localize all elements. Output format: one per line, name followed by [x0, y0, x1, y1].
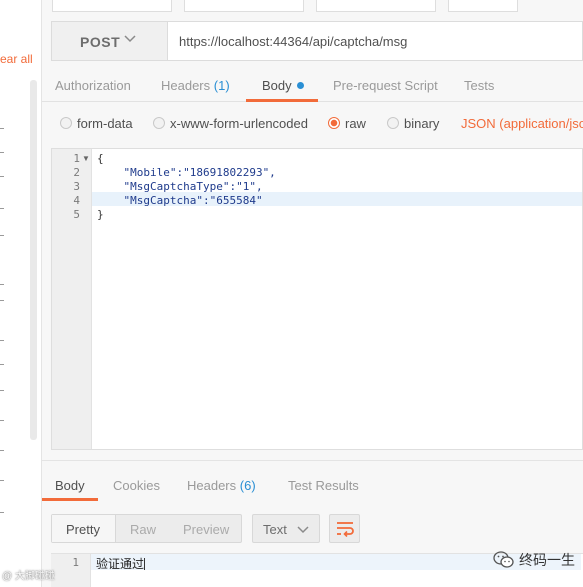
sidebar-item-marker[interactable]: [0, 512, 4, 513]
code-line: "MsgCaptcha":"655584": [97, 194, 263, 207]
clear-all-link[interactable]: ear all: [0, 52, 33, 66]
sidebar-item-marker[interactable]: [0, 420, 4, 421]
chevron-down-icon: [124, 35, 136, 43]
sidebar-item-marker[interactable]: [0, 208, 4, 209]
code-line: "Mobile":"18691802293",: [97, 166, 276, 179]
sidebar-item-marker[interactable]: [0, 450, 4, 451]
watermark-left: @ 大脚碰碰: [2, 571, 55, 582]
editor-gutter: 1 ▼ 2 3 4 5: [52, 149, 92, 449]
radio-form-data-label: form-data: [77, 116, 133, 131]
watermark-text: 终码一生: [519, 552, 575, 568]
radio-button: [153, 117, 165, 129]
format-select[interactable]: Text: [252, 514, 320, 543]
response-tab-headers-label: Headers: [187, 478, 237, 493]
tab-headers-label: Headers: [161, 78, 211, 93]
active-tab-indicator: [246, 99, 318, 102]
response-view-toggle: Pretty Raw Preview: [51, 514, 242, 543]
code-line: }: [97, 208, 104, 221]
sidebar-item-marker[interactable]: [0, 480, 4, 481]
url-input[interactable]: https://localhost:44364/api/captcha/msg: [179, 34, 407, 49]
radio-form-data[interactable]: form-data: [60, 116, 133, 131]
request-bar: POST https://localhost:44364/api/captcha…: [51, 21, 583, 61]
content-type-select[interactable]: JSON (application/json): [461, 116, 583, 131]
radio-raw-label: raw: [345, 116, 366, 131]
format-select-label: Text: [263, 522, 287, 537]
sidebar-item-marker[interactable]: [0, 340, 4, 341]
wechat-icon: [493, 551, 514, 568]
request-panel: POST https://localhost:44364/api/captcha…: [42, 0, 583, 587]
wrap-lines-icon: [337, 522, 354, 537]
raw-button[interactable]: Raw: [130, 522, 156, 537]
watermark: 终码一生: [493, 550, 575, 570]
request-tab-stub[interactable]: [448, 0, 518, 12]
radio-button: [387, 117, 399, 129]
line-number: 3: [73, 180, 80, 193]
tab-tests[interactable]: Tests: [464, 78, 494, 93]
request-tab-stub[interactable]: [52, 0, 172, 12]
response-text: 验证通过: [96, 555, 146, 572]
tab-body-label: Body: [262, 78, 292, 93]
line-number: 1: [72, 556, 79, 569]
wrap-lines-button[interactable]: [329, 514, 360, 543]
request-tab-stub[interactable]: [316, 0, 436, 12]
headers-count-badge: (1): [213, 78, 230, 93]
response-active-tab-indicator: [42, 498, 98, 501]
response-tab-test-results[interactable]: Test Results: [288, 478, 359, 493]
tab-authorization[interactable]: Authorization: [55, 78, 131, 93]
tab-headers[interactable]: Headers (1): [161, 78, 230, 93]
line-number: 4: [73, 194, 80, 207]
radio-urlencoded[interactable]: x-www-form-urlencoded: [153, 116, 308, 131]
response-gutter: 1: [51, 554, 91, 587]
request-tabs: Authorization Headers (1) Body Pre-reque…: [42, 68, 583, 102]
radio-button-selected: [328, 117, 340, 129]
sidebar-item-marker[interactable]: [0, 284, 4, 285]
body-type-options: form-data x-www-form-urlencoded raw bina…: [42, 108, 583, 140]
tab-prerequest-script[interactable]: Pre-request Script: [333, 78, 438, 93]
line-number: 2: [73, 166, 80, 179]
line-number: 1: [73, 152, 80, 165]
response-tab-headers[interactable]: Headers (6): [187, 478, 256, 493]
request-tab-stub[interactable]: [184, 0, 304, 12]
sidebar-item-marker[interactable]: [0, 176, 4, 177]
chevron-down-icon: [297, 526, 309, 534]
radio-urlencoded-label: x-www-form-urlencoded: [170, 116, 308, 131]
code-line: {: [97, 152, 104, 165]
response-tab-body[interactable]: Body: [55, 478, 85, 493]
method-select[interactable]: POST: [52, 22, 168, 60]
preview-button[interactable]: Preview: [183, 522, 229, 537]
sidebar-item-marker[interactable]: [0, 300, 4, 301]
sidebar-scrollbar[interactable]: [30, 80, 37, 440]
response-tabs: Body Cookies Headers (6) Test Results: [42, 470, 583, 502]
pretty-button[interactable]: Pretty: [66, 522, 100, 537]
response-tab-cookies[interactable]: Cookies: [113, 478, 160, 493]
tab-body[interactable]: Body: [262, 78, 304, 93]
response-text-value: 验证通过: [96, 557, 145, 571]
text-cursor: [144, 558, 146, 570]
radio-raw[interactable]: raw: [328, 116, 366, 131]
body-modified-dot: [296, 82, 304, 89]
radio-binary-label: binary: [404, 116, 440, 131]
sidebar-item-marker[interactable]: [0, 235, 4, 236]
fold-arrow-icon[interactable]: ▼: [82, 154, 90, 163]
sidebar-item-marker[interactable]: [0, 390, 4, 391]
radio-button: [60, 117, 72, 129]
line-number: 5: [73, 208, 80, 221]
radio-binary[interactable]: binary: [387, 116, 439, 131]
sidebar-item-marker[interactable]: [0, 152, 4, 153]
method-label: POST: [80, 34, 121, 50]
body-editor[interactable]: 1 ▼ 2 3 4 5 { "Mobile":"18691802293", "M…: [51, 148, 583, 450]
code-line: "MsgCaptchaType":"1",: [97, 180, 263, 193]
sidebar-item-marker[interactable]: [0, 128, 4, 129]
history-sidebar: ear all: [0, 0, 42, 587]
section-divider: [42, 460, 583, 461]
sidebar-item-marker[interactable]: [0, 364, 4, 365]
response-headers-count-badge: (6): [239, 478, 256, 493]
